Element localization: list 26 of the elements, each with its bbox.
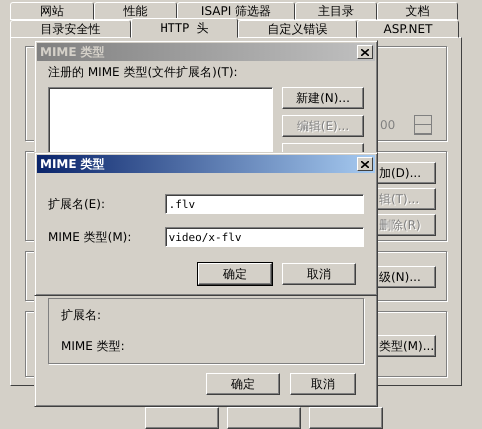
- dialog-button[interactable]: 级(N)...: [376, 266, 436, 288]
- dialog-button[interactable]: 新建(N)...: [282, 87, 364, 109]
- cancel-button[interactable]: 取消: [282, 263, 356, 285]
- ok-button[interactable]: 确定: [206, 373, 280, 395]
- field-label: 扩展名(E):: [48, 196, 106, 212]
- cancel-button[interactable]: 取消: [290, 373, 356, 395]
- tab[interactable]: 自定义错误: [238, 20, 357, 38]
- ok-button[interactable]: 确定: [198, 263, 272, 285]
- dialog-button[interactable]: 加(D)...: [376, 162, 436, 184]
- field-label: MIME 类型(M):: [48, 228, 132, 246]
- tab[interactable]: 文档: [377, 2, 458, 20]
- tab[interactable]: ISAPI 筛选器: [177, 2, 295, 20]
- tab[interactable]: ASP.NET: [357, 20, 459, 38]
- input-field[interactable]: video/x-flv: [164, 227, 364, 247]
- window-title: MIME 类型: [40, 44, 105, 60]
- extension-label: 扩展名:: [61, 307, 102, 324]
- window-title: MIME 类型: [40, 156, 105, 172]
- dialog-button[interactable]: 类型(M)...: [376, 335, 436, 357]
- tab[interactable]: HTTP 头: [131, 18, 238, 38]
- input-field[interactable]: .flv: [164, 194, 364, 214]
- tab[interactable]: 性能: [94, 2, 177, 20]
- tab[interactable]: 主目录: [295, 2, 377, 20]
- tab[interactable]: 网站: [10, 2, 94, 20]
- tab[interactable]: 目录安全性: [10, 20, 131, 38]
- list-label: 注册的 MIME 类型(文件扩展名)(T):: [48, 64, 239, 81]
- mime-type-label: MIME 类型:: [61, 338, 126, 355]
